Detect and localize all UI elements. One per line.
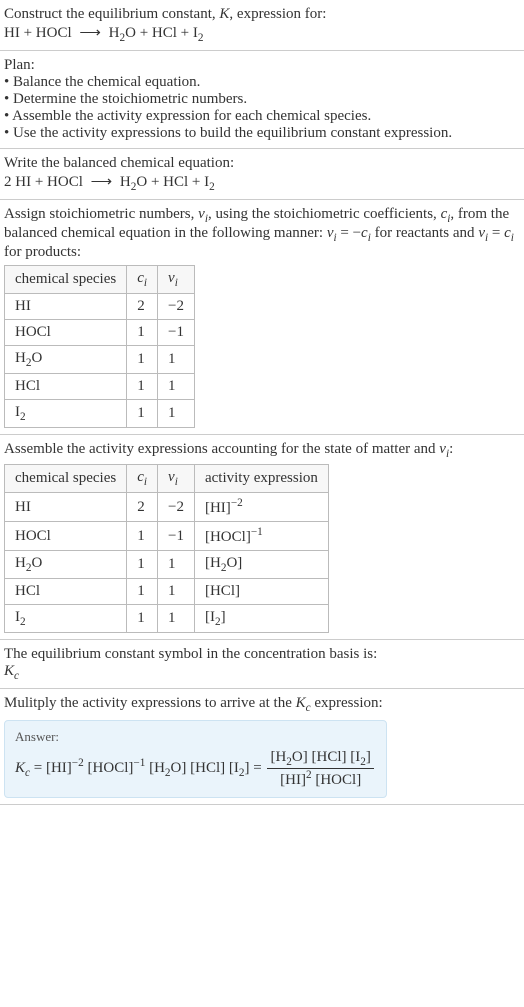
kc-expression: Kc = [HI]−2 [HOCl]−1 [H2O] [HCl] [I2] = …: [15, 749, 376, 789]
cell-ci: 1: [127, 605, 158, 633]
table-row: HCl11[HCl]: [5, 579, 329, 605]
cell-ci: 2: [127, 493, 158, 522]
kc-lhs: Kc = [HI]−2 [HOCl]−1 [H2O] [HCl] [I2] =: [15, 760, 265, 776]
stoich-intro: Assign stoichiometric numbers, νi, using…: [4, 206, 520, 261]
table-row: HOCl1−1[HOCl]−1: [5, 522, 329, 551]
cell-species: HI: [5, 294, 127, 320]
cell-nui: −1: [158, 522, 195, 551]
cell-nui: 1: [158, 551, 195, 579]
cell-ci: 1: [127, 522, 158, 551]
kc-frac-num: [H2O] [HCl] [I2]: [267, 749, 373, 769]
cell-nui: −2: [158, 493, 195, 522]
intro-equation: HI + HOCl ⟶ H2O + HCl + I2: [4, 23, 520, 44]
cell-species: HI: [5, 493, 127, 522]
cell-ci: 2: [127, 294, 158, 320]
cell-expr: [I2]: [194, 605, 328, 633]
col-ci: ci: [127, 465, 158, 493]
cell-ci: 1: [127, 374, 158, 400]
balanced-section: Write the balanced chemical equation: 2 …: [0, 149, 524, 200]
balanced-heading: Write the balanced chemical equation:: [4, 155, 520, 172]
cell-nui: −2: [158, 294, 195, 320]
plan-item: • Use the activity expressions to build …: [4, 125, 520, 142]
intro-lead: Construct the equilibrium constant,: [4, 6, 219, 22]
cell-ci: 1: [127, 346, 158, 374]
cell-species: I2: [5, 605, 127, 633]
intro-lead2: , expression for:: [229, 6, 326, 22]
col-species: chemical species: [5, 465, 127, 493]
col-species: chemical species: [5, 266, 127, 294]
plan-items: • Balance the chemical equation.• Determ…: [4, 74, 520, 142]
cell-expr: [HOCl]−1: [194, 522, 328, 551]
col-expr: activity expression: [194, 465, 328, 493]
cell-species: HCl: [5, 579, 127, 605]
cell-ci: 1: [127, 551, 158, 579]
stoich-table: chemical species ci νi HI2−2HOCl1−1H2O11…: [4, 265, 195, 428]
col-ci: ci: [127, 266, 158, 294]
table-row: H2O11: [5, 346, 195, 374]
intro-section: Construct the equilibrium constant, K, e…: [0, 0, 524, 51]
plan-heading: Plan:: [4, 57, 520, 74]
table-row: HI2−2[HI]−2: [5, 493, 329, 522]
table-row: H2O11[H2O]: [5, 551, 329, 579]
table-header-row: chemical species ci νi activity expressi…: [5, 465, 329, 493]
activity-table: chemical species ci νi activity expressi…: [4, 464, 329, 633]
kc-symbol-section: The equilibrium constant symbol in the c…: [0, 640, 524, 689]
table-row: HI2−2: [5, 294, 195, 320]
cell-expr: [H2O]: [194, 551, 328, 579]
balanced-equation: 2 HI + HOCl ⟶ H2O + HCl + I2: [4, 172, 520, 193]
kc-symbol-line2: Kc: [4, 663, 520, 682]
cell-nui: 1: [158, 346, 195, 374]
table-row: I211[I2]: [5, 605, 329, 633]
plan-item: • Determine the stoichiometric numbers.: [4, 91, 520, 108]
final-section: Mulitply the activity expressions to arr…: [0, 689, 524, 805]
col-nui: νi: [158, 465, 195, 493]
cell-ci: 1: [127, 579, 158, 605]
cell-ci: 1: [127, 400, 158, 428]
cell-nui: −1: [158, 320, 195, 346]
plan-item: • Assemble the activity expression for e…: [4, 108, 520, 125]
cell-nui: 1: [158, 400, 195, 428]
answer-label: Answer:: [15, 729, 376, 745]
intro-K: K: [219, 6, 229, 22]
cell-species: I2: [5, 400, 127, 428]
table-row: I211: [5, 400, 195, 428]
cell-species: HOCl: [5, 522, 127, 551]
cell-expr: [HCl]: [194, 579, 328, 605]
table-header-row: chemical species ci νi: [5, 266, 195, 294]
stoich-section: Assign stoichiometric numbers, νi, using…: [0, 200, 524, 435]
kc-frac-den: [HI]2 [HOCl]: [267, 769, 373, 789]
cell-species: H2O: [5, 346, 127, 374]
table-row: HOCl1−1: [5, 320, 195, 346]
plan-section: Plan: • Balance the chemical equation.• …: [0, 51, 524, 149]
cell-species: HOCl: [5, 320, 127, 346]
col-nui: νi: [158, 266, 195, 294]
activity-intro: Assemble the activity expressions accoun…: [4, 441, 520, 460]
cell-nui: 1: [158, 605, 195, 633]
plan-item: • Balance the chemical equation.: [4, 74, 520, 91]
cell-ci: 1: [127, 320, 158, 346]
cell-nui: 1: [158, 374, 195, 400]
intro-line1: Construct the equilibrium constant, K, e…: [4, 6, 520, 23]
table-row: HCl11: [5, 374, 195, 400]
cell-nui: 1: [158, 579, 195, 605]
kc-symbol-line1: The equilibrium constant symbol in the c…: [4, 646, 520, 663]
cell-species: H2O: [5, 551, 127, 579]
cell-species: HCl: [5, 374, 127, 400]
activity-section: Assemble the activity expressions accoun…: [0, 435, 524, 640]
answer-box: Answer: Kc = [HI]−2 [HOCl]−1 [H2O] [HCl]…: [4, 720, 387, 798]
final-heading: Mulitply the activity expressions to arr…: [4, 695, 520, 714]
kc-fraction: [H2O] [HCl] [I2][HI]2 [HOCl]: [267, 749, 373, 789]
cell-expr: [HI]−2: [194, 493, 328, 522]
